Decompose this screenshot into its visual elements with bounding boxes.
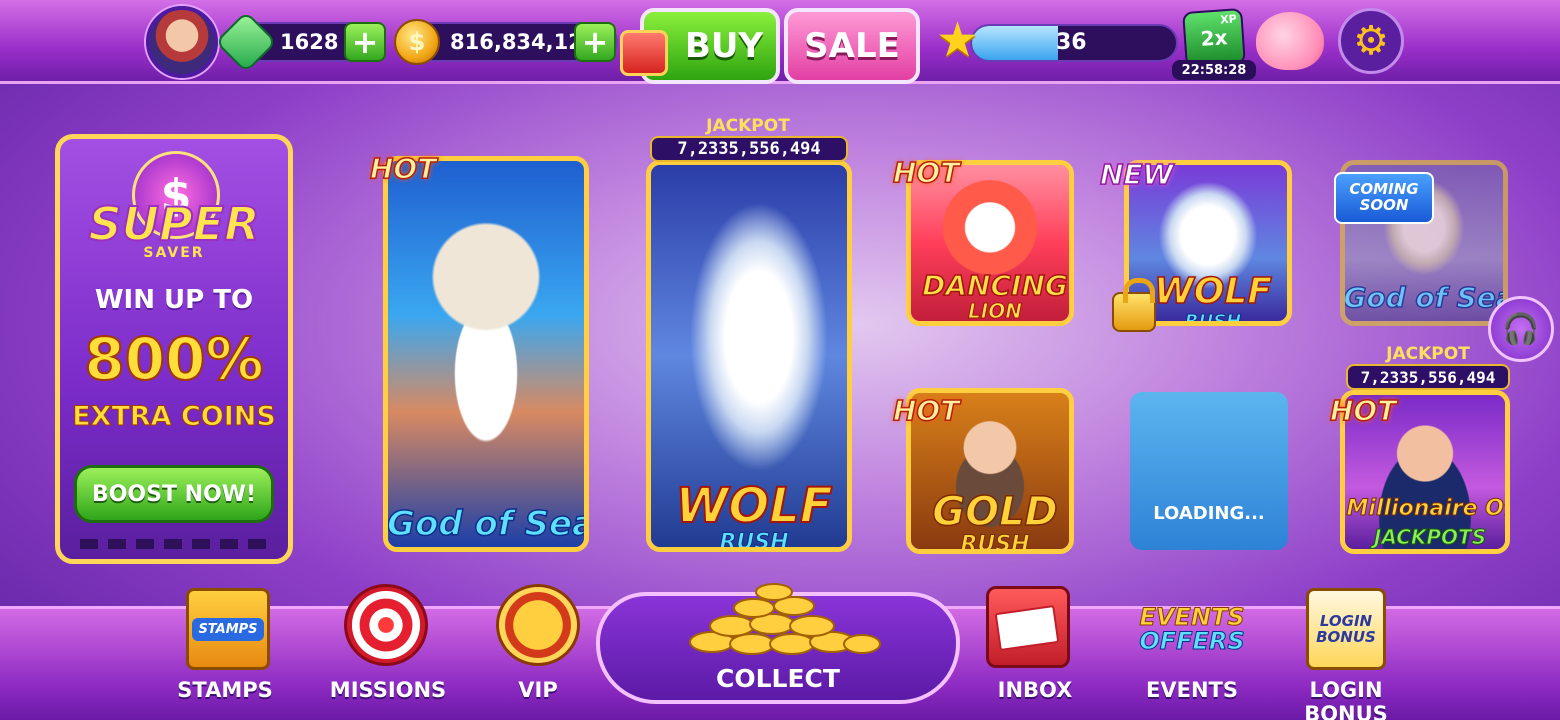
boost-now-button[interactable]: BOOST NOW! <box>74 465 274 523</box>
piggy-bank-icon[interactable] <box>1256 12 1324 70</box>
promo-line1: WIN UP TO <box>94 285 254 315</box>
level-number: 36 <box>1056 30 1087 55</box>
hot-badge: HOT <box>892 393 960 428</box>
stamps-icon-text: STAMPS <box>192 617 264 641</box>
jackpot-label: JACKPOT <box>1386 344 1470 364</box>
add-gems-button[interactable]: + <box>344 22 386 62</box>
game-title: God of Sea <box>387 504 589 544</box>
game-title-bottom: LION <box>968 299 1023 323</box>
star-icon: ★ <box>936 12 980 68</box>
hot-badge: HOT <box>892 155 960 190</box>
game-title-top: DANCING <box>921 269 1068 302</box>
coin-count: 816,834,12 <box>450 30 583 54</box>
buy-label: BUY <box>684 26 764 66</box>
game-tile-god-of-sea[interactable]: God of Sea <box>383 156 589 552</box>
promo-line3: EXTRA COINS <box>72 401 277 433</box>
events-icon-text2: OFFERS <box>1139 627 1245 655</box>
inbox-mailbox-icon[interactable] <box>986 586 1070 668</box>
hot-badge: HOT <box>1329 393 1397 428</box>
game-title: God of Sea <box>1343 281 1508 314</box>
promo-subtitle: SAVER <box>143 245 205 261</box>
add-coins-button[interactable]: + <box>574 22 616 62</box>
game-title-top: Millionaire Of <box>1346 496 1510 521</box>
promo-title: SUPER <box>87 196 260 252</box>
game-title-bottom: RUSH <box>719 530 789 552</box>
jackpot-value: 7,2335,556,494 <box>1346 364 1510 390</box>
nav-label-events[interactable]: EVENTS <box>1140 678 1244 702</box>
xp-boost-sub: XP <box>1219 12 1238 27</box>
nav-label-inbox[interactable]: INBOX <box>986 678 1084 702</box>
jackpot-value: 7,2335,556,494 <box>650 136 848 162</box>
nav-label-stamps[interactable]: STAMPS <box>166 678 284 702</box>
missions-target-icon[interactable] <box>344 584 428 666</box>
promo-decoration <box>80 539 270 549</box>
coming-soon-badge: COMING SOON <box>1334 172 1434 224</box>
events-icon-text1: EVENTS <box>1139 603 1245 631</box>
collect-label[interactable]: COLLECT <box>596 664 960 693</box>
game-title-bottom: JACKPOTS <box>1373 525 1487 549</box>
new-badge: NEW <box>1099 157 1174 192</box>
game-title-bottom: RUSH <box>960 532 1030 554</box>
coin-pile-icon <box>672 582 888 656</box>
events-offers-icon[interactable]: EVENTS OFFERS <box>1139 588 1245 670</box>
level-progress-fill <box>972 26 1058 60</box>
game-tile-loading: LOADING... <box>1130 392 1288 550</box>
jackpot-label: JACKPOT <box>706 116 790 136</box>
gift-icon <box>620 30 668 76</box>
sale-button[interactable]: SALE <box>784 8 920 84</box>
player-avatar[interactable] <box>146 6 218 78</box>
gem-count: 1628 <box>280 30 339 54</box>
game-tile-wolf-rush-jackpot[interactable]: WOLF RUSH <box>646 160 852 552</box>
login-icon-text2: BONUS <box>1316 628 1376 646</box>
sale-label: SALE <box>804 26 900 66</box>
game-title-top: GOLD <box>931 489 1058 535</box>
nav-label-vip[interactable]: VIP <box>496 678 580 702</box>
game-title-top: WOLF <box>674 478 833 534</box>
coin-icon: $ <box>394 19 440 65</box>
hot-badge: HOT <box>369 151 437 186</box>
login-bonus-calendar-icon[interactable]: LOGIN BONUS <box>1306 588 1386 670</box>
xp-boost-multiplier: 2x <box>1199 25 1229 51</box>
nav-label-missions[interactable]: MISSIONS <box>326 678 450 702</box>
login-icon-text1: LOGIN <box>1319 611 1373 630</box>
stamps-icon[interactable]: STAMPS <box>186 588 270 670</box>
promo-percent: 800% <box>83 324 264 394</box>
nav-label-login-bonus[interactable]: LOGIN BONUS <box>1268 678 1424 720</box>
lock-icon <box>1112 278 1156 332</box>
settings-gear-icon[interactable]: ⚙ <box>1338 8 1404 74</box>
loading-label: LOADING... <box>1153 503 1265 524</box>
super-saver-promo[interactable]: $ SUPER SAVER WIN UP TO 800% EXTRA COINS… <box>55 134 293 564</box>
vip-lion-icon[interactable] <box>496 584 580 666</box>
xp-boost-timer: 22:58:28 <box>1172 60 1256 80</box>
